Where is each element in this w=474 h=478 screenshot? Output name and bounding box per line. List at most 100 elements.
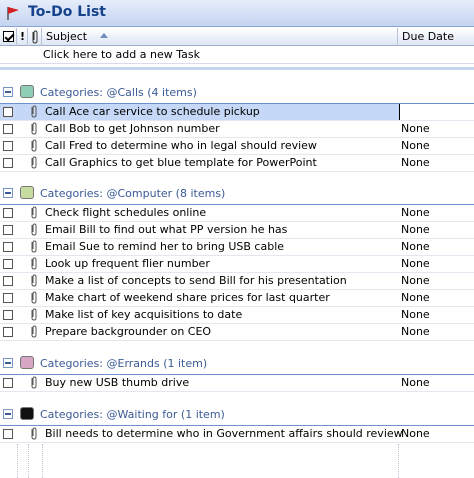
task-row[interactable]: Make list of key acquisitions to date Non… [0, 307, 474, 324]
task-row[interactable]: Email Sue to remind her to bring USB cab… [0, 239, 474, 256]
task-subject: Make chart of weekend share prices for l… [45, 291, 330, 304]
new-task-row[interactable]: Click here to add a new Task [0, 47, 474, 64]
paperclip-icon [30, 376, 38, 389]
task-row[interactable]: Buy new USB thumb drive None [0, 375, 474, 392]
due-date-input[interactable] [399, 104, 474, 120]
complete-checkbox[interactable] [3, 310, 13, 320]
group-header-errands[interactable]: Categories: @Errands (1 item) [0, 353, 474, 375]
collapse-icon[interactable] [3, 188, 13, 198]
task-row[interactable]: Make chart of weekend share prices for l… [0, 290, 474, 307]
task-subject: Call Graphics to get blue template for P… [45, 156, 317, 169]
task-subject: Prepare backgrounder on CEO [45, 325, 212, 338]
paperclip-icon [30, 274, 38, 287]
task-subject: Look up frequent flier number [45, 257, 210, 270]
paperclip-icon [30, 105, 38, 118]
task-due-date: None [401, 139, 430, 152]
group-label: Categories: @Waiting for (1 item) [40, 408, 225, 421]
task-row[interactable]: Bill needs to determine who in Governmen… [0, 426, 474, 443]
new-task-placeholder: Click here to add a new Task [43, 48, 200, 61]
task-due-date: None [401, 427, 430, 440]
complete-checkbox[interactable] [3, 259, 13, 269]
task-row[interactable]: Email Bill to find out what PP version h… [0, 222, 474, 239]
title-bar: To-Do List [0, 0, 474, 27]
complete-checkbox[interactable] [3, 276, 13, 286]
complete-checkbox[interactable] [3, 429, 13, 439]
task-due-date: None [401, 308, 430, 321]
task-subject: Email Sue to remind her to bring USB cab… [45, 240, 285, 253]
paperclip-icon [30, 257, 38, 270]
task-due-date: None [401, 206, 430, 219]
paperclip-icon [32, 30, 38, 44]
task-row[interactable]: Make a list of concepts to send Bill for… [0, 273, 474, 290]
group-header-calls[interactable]: Categories: @Calls (4 items) [0, 82, 474, 104]
paperclip-icon [30, 206, 38, 219]
task-subject: Call Ace car service to schedule pickup [45, 105, 260, 118]
paperclip-icon [30, 240, 38, 253]
task-subject: Check flight schedules online [45, 206, 207, 219]
collapse-icon[interactable] [3, 409, 13, 419]
paperclip-icon [30, 223, 38, 236]
task-due-date: None [401, 325, 430, 338]
task-subject: Bill needs to determine who in Governmen… [45, 427, 403, 440]
complete-checkbox[interactable] [3, 293, 13, 303]
task-subject: Make a list of concepts to send Bill for… [45, 274, 347, 287]
collapse-icon[interactable] [3, 358, 13, 368]
grid-line [398, 444, 399, 478]
paperclip-icon [30, 156, 38, 169]
task-row[interactable]: Call Fred to determine who in legal shou… [0, 138, 474, 155]
due-date-column-header[interactable]: Due Date [398, 28, 474, 46]
task-subject: Call Bob to get Johnson number [45, 122, 220, 135]
complete-checkbox[interactable] [3, 124, 13, 134]
column-header: ! Subject Due Date [0, 28, 474, 46]
paperclip-icon [30, 325, 38, 338]
task-due-date: None [401, 291, 430, 304]
task-subject: Email Bill to find out what PP version h… [45, 223, 288, 236]
group-header-computer[interactable]: Categories: @Computer (8 items) [0, 183, 474, 205]
paperclip-icon [30, 139, 38, 152]
importance-column-header[interactable]: ! [17, 28, 28, 46]
task-due-date: None [401, 122, 430, 135]
complete-checkbox[interactable] [3, 242, 13, 252]
task-row[interactable]: Look up frequent flier number None [0, 256, 474, 273]
task-due-date: None [401, 376, 430, 389]
category-color-icon [20, 85, 34, 98]
category-color-icon [20, 356, 34, 369]
grid-line [28, 444, 29, 478]
task-row[interactable]: Call Bob to get Johnson number None [0, 121, 474, 138]
task-row[interactable]: Prepare backgrounder on CEO None [0, 324, 474, 341]
paperclip-icon [30, 122, 38, 135]
paperclip-icon [30, 291, 38, 304]
complete-checkbox[interactable] [3, 158, 13, 168]
task-row[interactable]: Call Graphics to get blue template for P… [0, 155, 474, 172]
complete-checkbox[interactable] [3, 107, 13, 117]
grid-line [17, 444, 18, 478]
task-due-date: None [401, 223, 430, 236]
task-subject: Buy new USB thumb drive [45, 376, 190, 389]
group-label: Categories: @Calls (4 items) [40, 86, 197, 99]
complete-checkbox[interactable] [3, 208, 13, 218]
paperclip-icon [30, 427, 38, 440]
task-row[interactable]: Call Ace car service to schedule pickup [0, 104, 474, 121]
sort-ascending-icon [100, 33, 108, 38]
complete-checkbox[interactable] [3, 327, 13, 337]
collapse-icon[interactable] [3, 87, 13, 97]
task-subject: Call Fred to determine who in legal shou… [45, 139, 317, 152]
group-label: Categories: @Computer (8 items) [40, 187, 226, 200]
task-due-date: None [401, 257, 430, 270]
flag-icon [7, 7, 19, 20]
header-separator [0, 67, 474, 70]
subject-column-header[interactable]: Subject [42, 28, 398, 46]
attachment-column-header[interactable] [28, 28, 42, 46]
task-subject: Make list of key acquisitions to date [45, 308, 243, 321]
task-due-date: None [401, 240, 430, 253]
complete-column-header[interactable] [0, 28, 17, 46]
group-header-waiting[interactable]: Categories: @Waiting for (1 item) [0, 404, 474, 426]
complete-checkbox[interactable] [3, 225, 13, 235]
task-row[interactable]: Check flight schedules online None [0, 205, 474, 222]
group-label: Categories: @Errands (1 item) [40, 357, 208, 370]
category-color-icon [20, 186, 34, 199]
task-due-date: None [401, 274, 430, 287]
complete-checkbox[interactable] [3, 378, 13, 388]
complete-checkbox[interactable] [3, 141, 13, 151]
paperclip-icon [30, 308, 38, 321]
